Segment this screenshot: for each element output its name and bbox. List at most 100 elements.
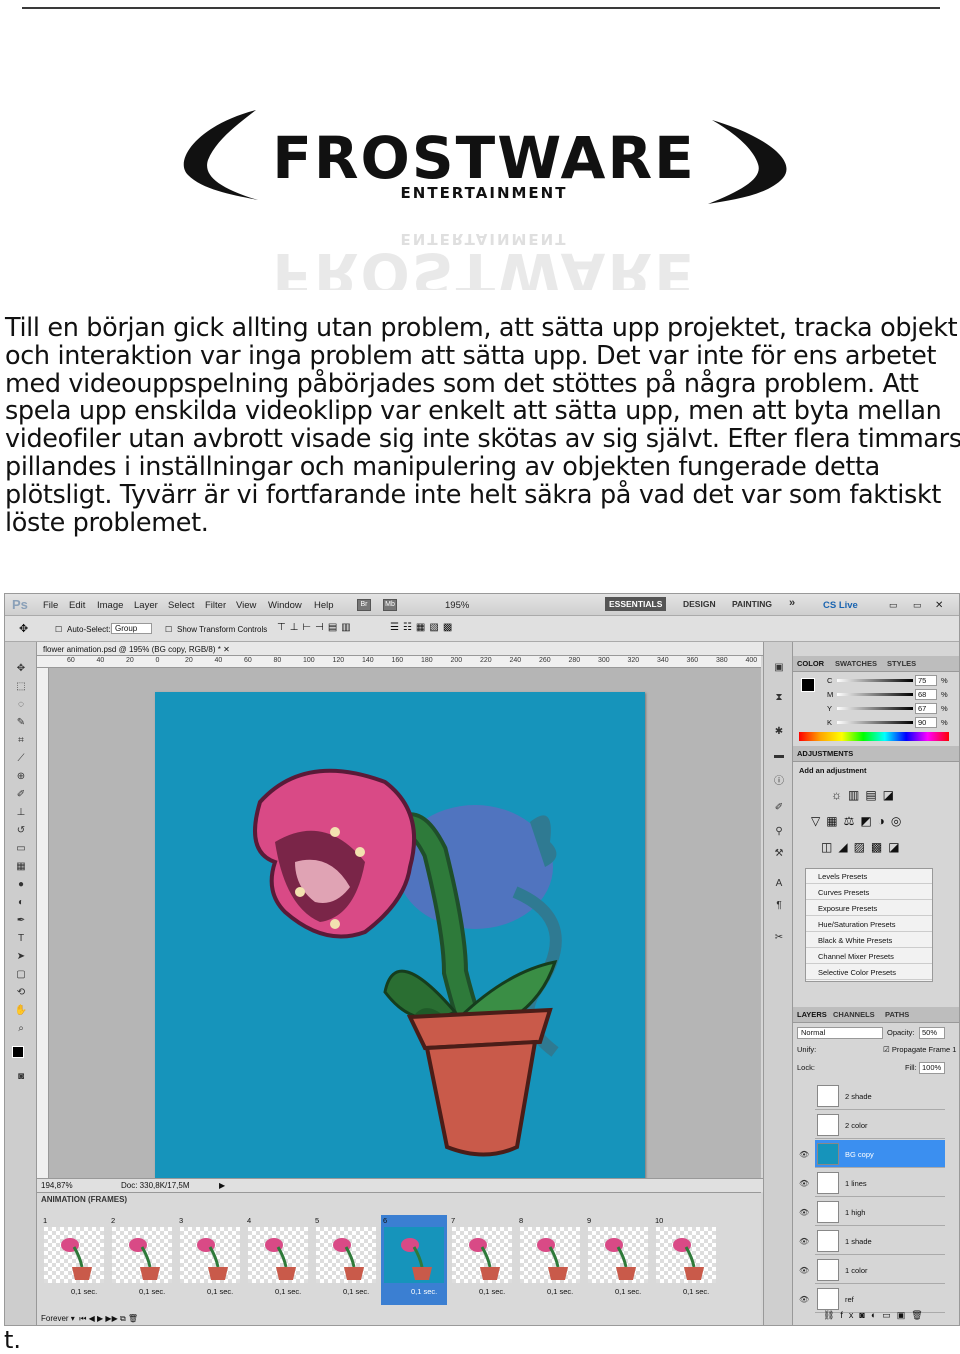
animation-frame[interactable]: 5 0,1 sec.	[313, 1215, 379, 1305]
pen-tool-icon[interactable]: ✒	[13, 914, 29, 928]
layer-row[interactable]: 1 lines	[815, 1169, 945, 1197]
menu-file[interactable]: File	[43, 600, 58, 611]
visibility-eye-icon[interactable]: 👁	[799, 1179, 809, 1188]
frame-delay[interactable]: 0,1 sec.	[615, 1287, 641, 1296]
animation-frame[interactable]: 9 0,1 sec.	[585, 1215, 651, 1305]
actions-dock-icon[interactable]: ✱	[772, 726, 786, 738]
layer-row[interactable]: BG copy	[815, 1140, 945, 1168]
animation-frame[interactable]: 2 0,1 sec.	[109, 1215, 175, 1305]
tab-channels[interactable]: CHANNELS	[833, 1010, 875, 1019]
adjustment-icons-row1[interactable]: ☼▥▤◪	[831, 788, 900, 802]
hand-tool-icon[interactable]: ✋	[13, 1004, 29, 1018]
distribute-icons[interactable]: ☰☷▦▧▩	[390, 622, 456, 633]
tab-styles[interactable]: STYLES	[887, 659, 916, 668]
frame-delay[interactable]: 0,1 sec.	[71, 1287, 97, 1296]
layer-row[interactable]: 2 color	[815, 1111, 945, 1139]
layer-row[interactable]: 1 color	[815, 1256, 945, 1284]
mini-bridge-dock-icon[interactable]: ▣	[772, 662, 786, 674]
info-dock-icon[interactable]: ⓘ	[772, 772, 786, 787]
visibility-eye-icon[interactable]: 👁	[799, 1150, 809, 1159]
type-tool-icon[interactable]: T	[13, 932, 29, 946]
menu-help[interactable]: Help	[314, 600, 334, 611]
canvas-area[interactable]	[49, 668, 761, 1184]
animation-frame[interactable]: 6 0,1 sec.	[381, 1215, 447, 1305]
tab-paths[interactable]: PATHS	[885, 1010, 909, 1019]
layers-footer-icons[interactable]: ⛓fx◙◐▭▣🗑	[823, 1310, 929, 1321]
menu-edit[interactable]: Edit	[69, 600, 85, 611]
status-zoom[interactable]: 194,87%	[41, 1181, 73, 1190]
brush-tool-icon[interactable]: ✐	[13, 788, 29, 802]
crop-tool-icon[interactable]: ⌗	[13, 734, 29, 748]
value-m[interactable]: 68	[915, 689, 937, 700]
preset-channel-mixer[interactable]: Channel Mixer Presets	[806, 949, 932, 964]
adjustment-icons-row3[interactable]: ◫◢▨▩◪	[821, 840, 906, 854]
frame-delay[interactable]: 0,1 sec.	[479, 1287, 505, 1296]
value-c[interactable]: 75	[915, 675, 937, 686]
quick-mask-icon[interactable]: ◙	[13, 1070, 29, 1084]
status-menu-icon[interactable]: ▶	[219, 1181, 225, 1190]
shape-tool-icon[interactable]: ▢	[13, 968, 29, 982]
value-y[interactable]: 67	[915, 703, 937, 714]
visibility-eye-icon[interactable]: 👁	[799, 1295, 809, 1304]
animation-frame[interactable]: 3 0,1 sec.	[177, 1215, 243, 1305]
tools-dock-icon[interactable]: ✂	[772, 932, 786, 944]
opacity-input[interactable]: 50%	[919, 1027, 945, 1039]
preset-curves[interactable]: Curves Presets	[806, 885, 932, 900]
document-tab[interactable]: flower animation.psd @ 195% (BG copy, RG…	[37, 642, 763, 656]
menu-window[interactable]: Window	[268, 600, 302, 611]
frame-delay[interactable]: 0,1 sec.	[139, 1287, 165, 1296]
menu-view[interactable]: View	[236, 600, 256, 611]
3d-rotate-icon[interactable]: ⟲	[13, 986, 29, 1000]
workspace-painting[interactable]: PAINTING	[732, 599, 772, 609]
marquee-tool-icon[interactable]: ⬚	[13, 680, 29, 694]
frame-delay[interactable]: 0,1 sec.	[683, 1287, 709, 1296]
layer-row[interactable]: ref	[815, 1285, 945, 1313]
value-k[interactable]: 90	[915, 717, 937, 728]
menu-select[interactable]: Select	[168, 600, 194, 611]
align-icons[interactable]: ⊤⊥⊢⊣▤▥	[277, 622, 355, 633]
more-workspaces-icon[interactable]: »	[789, 597, 795, 609]
tab-layers[interactable]: LAYERS	[797, 1010, 827, 1019]
visibility-eye-icon[interactable]: 👁	[799, 1237, 809, 1246]
bridge-icon[interactable]: Br	[357, 599, 371, 611]
preset-hue-saturation[interactable]: Hue/Saturation Presets	[806, 917, 932, 932]
menu-layer[interactable]: Layer	[134, 600, 158, 611]
workspace-design[interactable]: DESIGN	[683, 599, 716, 609]
zoom-level[interactable]: 195%	[445, 600, 469, 611]
animation-frame[interactable]: 1 0,1 sec.	[41, 1215, 107, 1305]
move-tool-icon[interactable]: ✥	[19, 622, 28, 635]
gradient-tool-icon[interactable]: ▦	[13, 860, 29, 874]
color-spectrum[interactable]	[799, 732, 949, 741]
slider-c[interactable]	[837, 679, 913, 682]
animation-frame[interactable]: 8 0,1 sec.	[517, 1215, 583, 1305]
layer-row[interactable]: 1 high	[815, 1198, 945, 1226]
preset-selective-color[interactable]: Selective Color Presets	[806, 965, 932, 980]
zoom-tool-icon[interactable]: ⌕	[13, 1022, 29, 1036]
cs-live[interactable]: CS Live	[823, 600, 858, 611]
tab-swatches[interactable]: SWATCHES	[835, 659, 877, 668]
preset-exposure[interactable]: Exposure Presets	[806, 901, 932, 916]
visibility-eye-icon[interactable]: 👁	[799, 1266, 809, 1275]
animation-frame[interactable]: 10 0,1 sec.	[653, 1215, 719, 1305]
animation-frame[interactable]: 7 0,1 sec.	[449, 1215, 515, 1305]
tab-color[interactable]: COLOR	[797, 659, 824, 668]
frame-delay[interactable]: 0,1 sec.	[547, 1287, 573, 1296]
history-dock-icon[interactable]: ⧗	[772, 692, 786, 704]
menu-image[interactable]: Image	[97, 600, 123, 611]
eraser-tool-icon[interactable]: ▭	[13, 842, 29, 856]
frame-delay[interactable]: 0,1 sec.	[343, 1287, 369, 1296]
transform-checkbox[interactable]: ☐	[165, 625, 172, 634]
slider-y[interactable]	[837, 707, 913, 710]
foreground-color-swatch[interactable]	[12, 1046, 24, 1058]
path-select-icon[interactable]: ➤	[13, 950, 29, 964]
brush-presets-dock-icon[interactable]: ▬	[772, 750, 786, 762]
artwork-canvas[interactable]	[155, 692, 645, 1184]
preset-levels[interactable]: Levels Presets	[806, 869, 932, 884]
tab-adjustments[interactable]: ADJUSTMENTS	[797, 749, 853, 758]
doc-close-icon[interactable]: ✕	[223, 645, 230, 654]
adjustment-icons-row2[interactable]: ▽▦⚖◩◑◎	[811, 814, 907, 828]
mini-bridge-icon[interactable]: Mb	[383, 599, 397, 611]
brushes-dock-icon[interactable]: ✐	[772, 802, 786, 814]
quick-select-icon[interactable]: ✎	[13, 716, 29, 730]
frame-delay[interactable]: 0,1 sec.	[275, 1287, 301, 1296]
